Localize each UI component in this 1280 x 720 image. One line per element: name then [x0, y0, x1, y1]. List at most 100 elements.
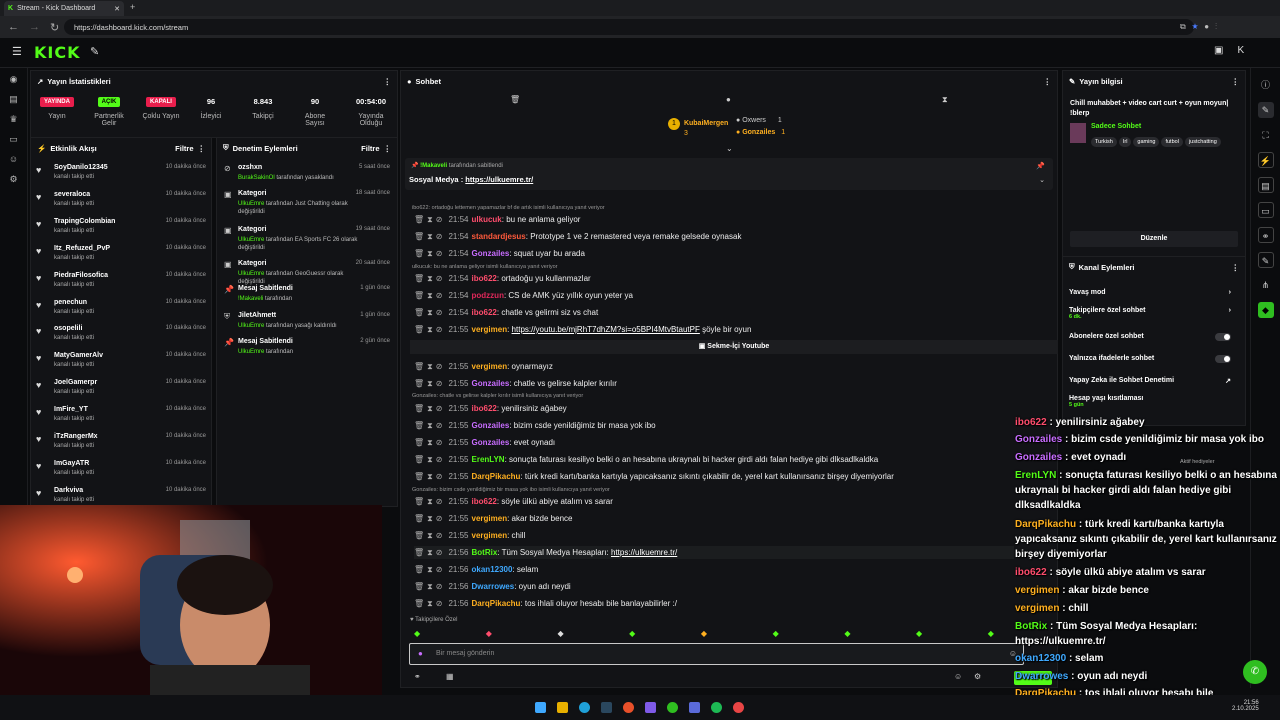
app-icon[interactable] — [689, 702, 700, 713]
activity-user[interactable]: PiedraFilosofica — [54, 272, 108, 279]
chat-message[interactable]: 🗑 ⧗ ⊘ 21:56 BotRix: Tüm Sosyal Medya Hesapla… — [414, 546, 1014, 559]
activity-user[interactable]: MatyGamerAlv — [54, 352, 103, 359]
users-icon[interactable]: ☺ — [9, 154, 19, 164]
fullscreen-icon[interactable]: ⛶ — [1258, 127, 1274, 143]
message-user[interactable]: ulkucuk — [472, 215, 502, 224]
menu-icon[interactable]: ☰ — [12, 45, 22, 58]
chat-icon[interactable]: ▭ — [9, 134, 19, 144]
steam-icon[interactable] — [601, 702, 612, 713]
emote-icon[interactable]: ◆ — [916, 629, 922, 639]
unpin-icon[interactable]: 📌 — [1036, 162, 1045, 170]
reload-icon[interactable]: ↻ — [50, 21, 59, 34]
more-icon[interactable]: ⋮ — [384, 77, 392, 86]
emote-icon[interactable]: ◆ — [414, 629, 420, 639]
timeout-icon[interactable]: ⧗ — [427, 274, 433, 283]
kick-logo[interactable]: KICK — [34, 43, 81, 62]
chat-tab-icon[interactable]: ● — [726, 95, 731, 104]
spotify-icon[interactable] — [711, 702, 722, 713]
activity-row[interactable]: ♥ TrapingColombian kanalı takip etti 10 dak… — [36, 218, 206, 244]
chat-input[interactable]: ● Bir mesaj gönderin ☺ — [409, 643, 1024, 665]
activity-row[interactable]: ♥ MatyGamerAlv kanalı takip etti 10 dakika … — [36, 352, 206, 378]
expand-leaderboard-icon[interactable]: ⌄ — [726, 144, 733, 153]
bolt-icon[interactable]: ⚡ — [1257, 152, 1274, 168]
file-explorer-icon[interactable] — [557, 702, 568, 713]
message-user[interactable]: podzzun — [472, 291, 504, 300]
delete-message-icon[interactable]: 🗑 — [414, 325, 424, 334]
timeout-icon[interactable]: ⧗ — [427, 548, 433, 557]
message-user[interactable]: ibo622 — [472, 497, 497, 506]
chat-message[interactable]: 🗑 ⧗ ⊘ 21:54 ibo622: chatle vs gelirmi siz vs… — [414, 306, 598, 319]
chat-message[interactable]: 🗑 ⧗ ⊘ 21:56 Dwarrowes: oyun adı neydi — [414, 580, 571, 593]
ban-icon[interactable]: ⊘ — [436, 215, 443, 224]
message-user[interactable]: vergimen — [472, 531, 508, 540]
info-icon[interactable]: ⓘ — [1258, 77, 1274, 93]
filter-button[interactable]: Filtre — [175, 144, 193, 153]
new-tab-icon[interactable]: + — [130, 2, 135, 12]
activity-row[interactable]: ♥ penechun kanalı takip etti 10 dakika önce — [36, 299, 206, 325]
settings-icon[interactable]: ⚙ — [9, 174, 19, 184]
layout-icon[interactable]: ▣ — [1214, 45, 1237, 56]
ban-icon[interactable]: ⊘ — [436, 565, 443, 574]
moderator-name[interactable]: UlkuEmre — [238, 323, 264, 329]
timeout-icon[interactable]: ⧗ — [427, 599, 433, 608]
chat-message[interactable]: 🗑 ⧗ ⊘ 21:54 standardjesus: Prototype 1 ve 2 … — [414, 230, 741, 243]
browser-icon[interactable] — [623, 702, 634, 713]
timeout-icon[interactable]: ⧗ — [427, 421, 433, 430]
more-icon[interactable]: ⋮ — [1232, 263, 1240, 272]
timeout-icon[interactable]: ⧗ — [427, 325, 433, 334]
followers-only-row[interactable]: Takipçilere özel sohbet 6 dk. › — [1069, 307, 1241, 320]
ban-icon[interactable]: ⊘ — [436, 232, 443, 241]
leader-name[interactable]: KubaiMergen — [684, 120, 728, 127]
delete-message-icon[interactable]: 🗑 — [414, 548, 424, 557]
delete-message-icon[interactable]: 🗑 — [414, 582, 424, 591]
timeout-icon[interactable]: ⧗ — [427, 404, 433, 413]
more-icon[interactable]: ⋮ — [384, 144, 392, 153]
message-icon[interactable]: ▭ — [1257, 202, 1274, 218]
ban-icon[interactable]: ⊘ — [436, 421, 443, 430]
moderator-name[interactable]: UlkuEmre — [238, 201, 264, 207]
timeout-icon[interactable]: ⧗ — [427, 308, 433, 317]
chat-message[interactable]: 🗑 ⧗ ⊘ 21:54 ulkucuk: bu ne anlama geliyor — [414, 213, 580, 226]
message-user[interactable]: Gonzailes — [472, 438, 510, 447]
activity-row[interactable]: ♥ ImGayATR kanalı takip etti 10 dakika önce — [36, 460, 206, 486]
activity-user[interactable]: TrapingColombian — [54, 218, 115, 225]
moderator-name[interactable]: UlkuEmre — [238, 271, 264, 277]
timeout-icon[interactable]: ⧗ — [427, 249, 433, 258]
tag[interactable]: Turkish — [1091, 137, 1117, 147]
moderator-name[interactable]: BurakSakinOl — [238, 175, 275, 181]
emote-icon[interactable]: ◆ — [988, 629, 994, 639]
chat-message[interactable]: 🗑 ⧗ ⊘ 21:54 Gonzailes: squat uyar bu arada — [414, 247, 585, 260]
moderator-name[interactable]: !Makaveli — [238, 296, 263, 302]
activity-row[interactable]: ♥ JoelGamerpr kanalı takip etti 10 dakika ö… — [36, 379, 206, 405]
ban-icon[interactable]: ⊘ — [436, 599, 443, 608]
kick-app-icon[interactable]: ◆ — [1257, 302, 1274, 318]
trash-icon[interactable]: 🗑 — [510, 95, 520, 104]
mic-icon[interactable]: ● — [418, 649, 423, 658]
message-user[interactable]: ErenLYN — [472, 455, 505, 464]
chat-message[interactable]: 🗑 ⧗ ⊘ 21:54 podzzun: CS de AMK yüz yıllık oy… — [414, 289, 633, 302]
tag[interactable]: futbol — [1161, 137, 1183, 147]
hourglass-icon[interactable]: ⧗ — [942, 95, 948, 105]
ban-icon[interactable]: ⊘ — [436, 308, 443, 317]
chat-message[interactable]: 🗑 ⧗ ⊘ 21:56 okan12300: selam — [414, 563, 538, 576]
more-icon[interactable]: ⋮ — [1044, 77, 1052, 86]
delete-message-icon[interactable]: 🗑 — [414, 274, 424, 283]
tag[interactable]: gaming — [1133, 137, 1160, 147]
ban-icon[interactable]: ⊘ — [436, 362, 443, 371]
more-icon[interactable]: ⋮ — [1232, 77, 1240, 86]
activity-user[interactable]: ImFire_YT — [54, 406, 88, 413]
chat-message[interactable]: 🗑 ⧗ ⊘ 21:55 vergimen: oynarmayız — [414, 360, 553, 373]
chat-message[interactable]: 🗑 ⧗ ⊘ 21:55 vergimen: chill — [414, 529, 525, 542]
ban-icon[interactable]: ⊘ — [436, 548, 443, 557]
delete-message-icon[interactable]: 🗑 — [414, 379, 424, 388]
activity-user[interactable]: Darkviva — [54, 487, 83, 494]
timeout-icon[interactable]: ⧗ — [427, 232, 433, 241]
extension-icon[interactable]: ⧉ — [1180, 22, 1192, 31]
subs-only-toggle[interactable] — [1215, 333, 1231, 341]
chat-settings-icon[interactable]: ☺ — [954, 672, 962, 681]
timeout-icon[interactable]: ⧗ — [427, 514, 433, 523]
moderation-row[interactable]: 📌 Mesaj Sabitlendi UlkuEmre tarafından 2 gü… — [224, 338, 390, 362]
chat-message[interactable]: 🗑 ⧗ ⊘ 21:55 Gonzailes: bizim csde yenildiğim… — [414, 419, 656, 432]
activity-user[interactable]: ImGayATR — [54, 460, 89, 467]
category-name[interactable]: Sadece Sohbet — [1091, 123, 1141, 130]
